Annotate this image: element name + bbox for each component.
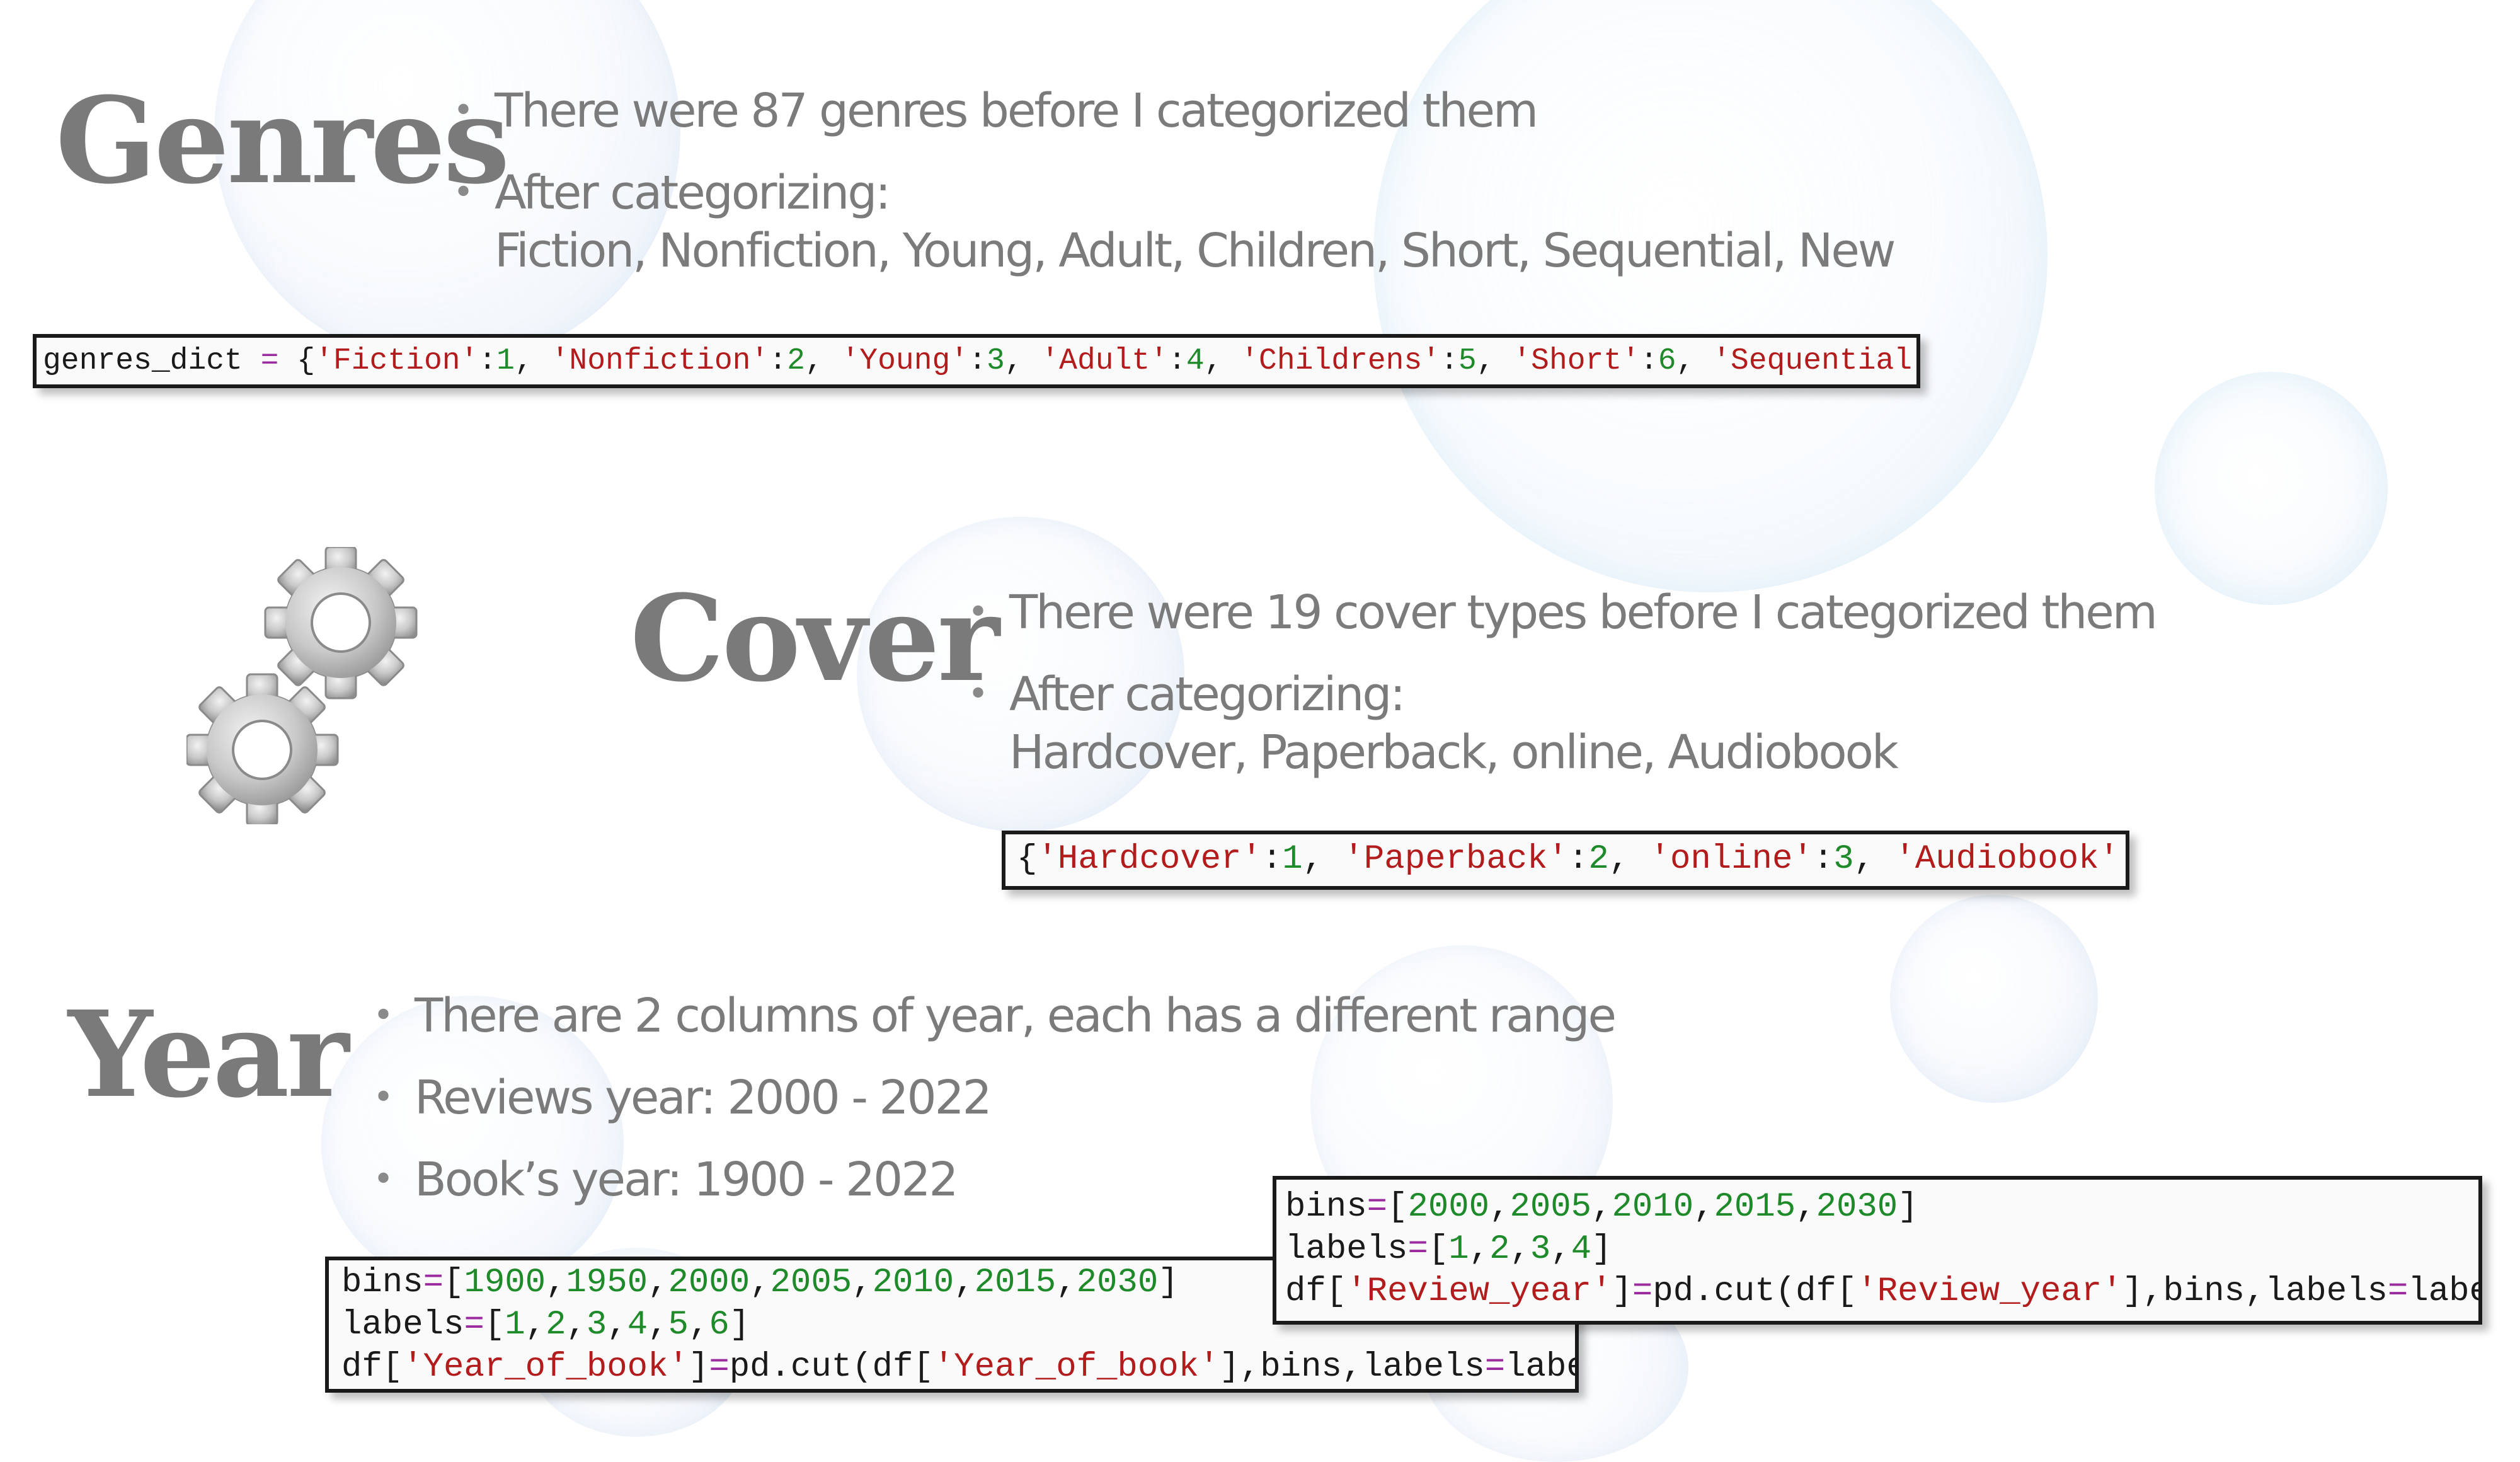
bullet-marker: • xyxy=(373,1077,394,1118)
code-operator: = xyxy=(1366,1188,1388,1226)
code-string: 'Hardcover' xyxy=(1037,840,1262,878)
code-number: 4 xyxy=(1571,1230,1592,1269)
code-number: 1 xyxy=(1282,840,1303,878)
gears-icon xyxy=(185,546,426,827)
code-string: 'Year_of_book' xyxy=(933,1348,1220,1386)
code-string: 'Young' xyxy=(841,344,969,378)
year-bullet-3-text: Book’s year: 1900 - 2022 xyxy=(415,1153,958,1207)
code-line: df['Year_of_book']=pd.cut(df['Year_of_bo… xyxy=(341,1348,1575,1386)
bullet-marker: • xyxy=(453,90,474,131)
code-string: 'Year_of_book' xyxy=(403,1348,689,1386)
code-variable: genres_dict xyxy=(43,344,243,378)
cover-bullet-2-line2: Hardcover, Paperback, online, Audiobook xyxy=(1009,725,1899,780)
cover-dict-literal: {'Hardcover':1, 'Paperback':2, 'online':… xyxy=(1017,840,2126,878)
genres-bullets: • There were 87 genres before I categori… xyxy=(450,82,1896,280)
bullet-marker: • xyxy=(453,172,474,213)
code-number: 2030 xyxy=(1076,1263,1159,1302)
code-number: 1900 xyxy=(464,1263,546,1302)
code-line: labels=[1,2,3,4] xyxy=(1285,1230,1612,1269)
genres-bullet-2-line1: After categorizing: xyxy=(495,166,891,220)
code-string: 'Adult' xyxy=(1041,344,1168,378)
code-number: 4 xyxy=(627,1306,648,1344)
year-bullet-2-text: Reviews year: 2000 - 2022 xyxy=(415,1071,992,1125)
code-line: df['Review_year']=pd.cut(df['Review_year… xyxy=(1285,1272,2478,1311)
bullet-marker: • xyxy=(373,1159,394,1200)
genres-bullet-1: • There were 87 genres before I categori… xyxy=(450,82,1894,140)
genres-bullet-2-line2: Fiction, Nonfiction, Young, Adult, Child… xyxy=(495,224,1896,278)
review-year-code: bins=[2000,2005,2010,2015,2030] labels=[1… xyxy=(1285,1186,2478,1313)
code-string: 'Paperback' xyxy=(1343,840,1568,878)
code-number: 3 xyxy=(586,1306,607,1344)
code-string: 'Childrens' xyxy=(1240,344,1441,378)
genres-code-block: genres_dict = {'Fiction':1, 'Nonfiction'… xyxy=(33,334,1920,388)
code-number: 2 xyxy=(1489,1230,1510,1269)
code-number: 2000 xyxy=(1407,1188,1490,1226)
genres-bullet-1-text: There were 87 genres before I categorize… xyxy=(495,84,1538,138)
cover-bullet-1-text: There were 19 cover types before I categ… xyxy=(1009,585,2158,640)
code-string: 'Fiction' xyxy=(315,344,479,378)
cover-bullet-1: • There were 19 cover types before I cat… xyxy=(965,584,2158,642)
genres-dict-literal: {'Fiction':1, 'Nonfiction':2, 'Young':3,… xyxy=(297,344,1920,378)
code-number: 3 xyxy=(986,344,1005,378)
cover-bullets: • There were 19 cover types before I cat… xyxy=(965,584,2158,781)
code-operator: = xyxy=(709,1348,730,1386)
code-number: 2 xyxy=(546,1306,566,1344)
cover-code-block: {'Hardcover':1, 'Paperback':2, 'online':… xyxy=(1002,831,2129,890)
cover-bullet-2-line1: After categorizing: xyxy=(1009,667,1406,722)
code-number: 2015 xyxy=(974,1263,1057,1302)
code-number: 3 xyxy=(1833,840,1854,878)
code-number: 2000 xyxy=(668,1263,750,1302)
genres-bullet-2: • After categorizing: Fiction, Nonfictio… xyxy=(450,164,1896,280)
code-operator: = xyxy=(1484,1348,1506,1386)
code-number: 2005 xyxy=(770,1263,852,1302)
code-operator: = xyxy=(260,344,279,378)
code-string: 'Review_year' xyxy=(1857,1272,2122,1311)
code-operator: = xyxy=(1632,1272,1653,1311)
code-operator: = xyxy=(464,1306,484,1344)
code-number: 6 xyxy=(709,1306,730,1344)
code-number: 5 xyxy=(668,1306,689,1344)
code-number: 2 xyxy=(787,344,805,378)
review-year-code-block: bins=[2000,2005,2010,2015,2030] labels=[1… xyxy=(1273,1176,2482,1325)
code-number: 2 xyxy=(1588,840,1609,878)
code-string: 'Audiobook' xyxy=(1894,840,2119,878)
code-operator: = xyxy=(423,1263,444,1302)
code-line: bins=[2000,2005,2010,2015,2030] xyxy=(1285,1188,1918,1226)
code-string: 'Review_year' xyxy=(1346,1272,1612,1311)
code-number: 1 xyxy=(505,1306,525,1344)
code-operator: = xyxy=(1407,1230,1428,1269)
code-string: 'Short' xyxy=(1513,344,1640,378)
bullet-marker: • xyxy=(373,995,394,1036)
code-number: 2005 xyxy=(1509,1188,1592,1226)
cover-bullet-2: • After categorizing: Hardcover, Paperba… xyxy=(965,665,2156,781)
bullet-marker: • xyxy=(968,592,988,633)
bubble-decoration xyxy=(2155,372,2388,605)
code-number: 5 xyxy=(1458,344,1477,378)
cover-title: Cover xyxy=(630,569,1000,708)
code-string: 'online' xyxy=(1649,840,1813,878)
bullet-marker: • xyxy=(968,674,988,715)
year-bullet-1: • There are 2 columns of year, each has … xyxy=(370,987,1617,1045)
year-title: Year xyxy=(68,985,349,1124)
code-string: 'Sequential' xyxy=(1712,344,1920,378)
code-string: 'Nonfiction' xyxy=(551,344,769,378)
code-number: 1 xyxy=(1448,1230,1469,1269)
year-bullet-2: • Reviews year: 2000 - 2022 xyxy=(370,1069,1615,1127)
code-number: 3 xyxy=(1530,1230,1551,1269)
code-number: 6 xyxy=(1658,344,1676,378)
code-number: 2030 xyxy=(1816,1188,1898,1226)
code-number: 1 xyxy=(496,344,515,378)
genres-title: Genres xyxy=(55,71,510,210)
code-number: 4 xyxy=(1186,344,1205,378)
code-number: 2010 xyxy=(1612,1188,1694,1226)
year-bullet-1-text: There are 2 columns of year, each has a … xyxy=(415,989,1617,1043)
bubble-decoration xyxy=(1890,895,2098,1103)
code-number: 2010 xyxy=(872,1263,954,1302)
code-number: 2015 xyxy=(1714,1188,1796,1226)
code-operator: = xyxy=(2387,1272,2408,1311)
code-number: 1950 xyxy=(566,1263,648,1302)
